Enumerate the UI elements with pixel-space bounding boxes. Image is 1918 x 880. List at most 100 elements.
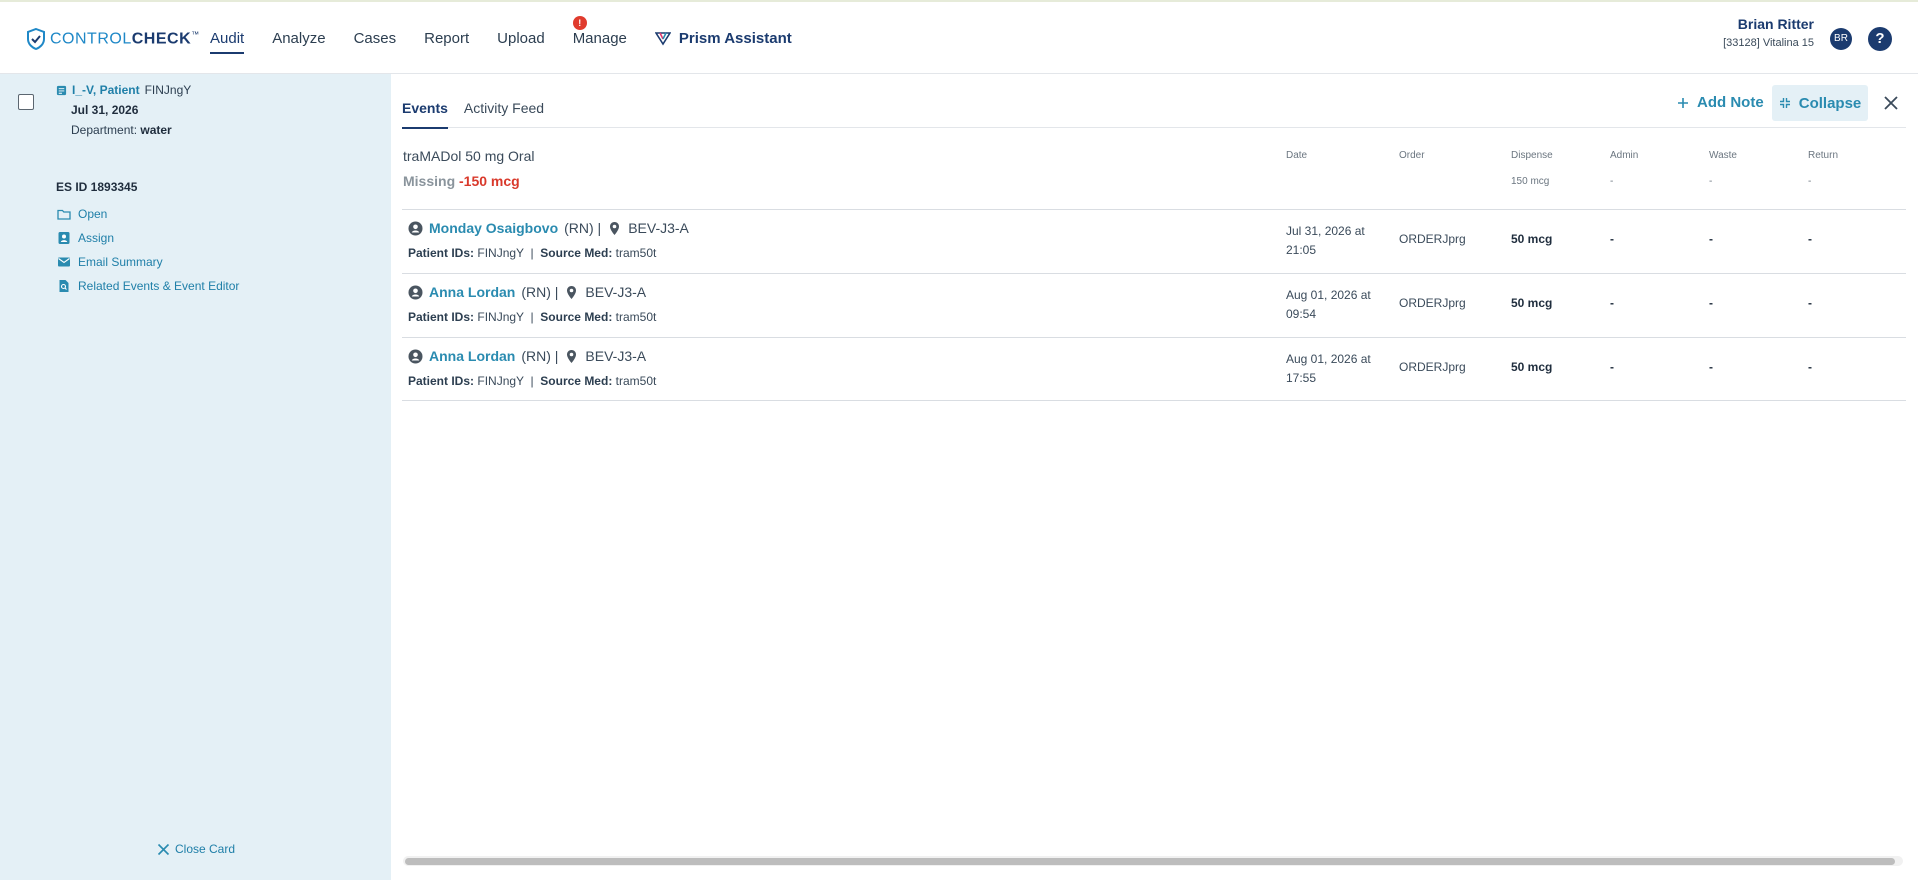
event-date: Jul 31, 2026 [71, 103, 139, 117]
patient-ids-value: FINJngY [477, 374, 524, 388]
open-action[interactable]: Open [57, 202, 239, 226]
controlcheck-logo[interactable]: CONTROLCHECK™ [26, 28, 200, 50]
table-row[interactable]: Anna Lordan (RN) | BEV-J3-A Patient IDs:… [402, 337, 1906, 401]
row-meta: Patient IDs: FINJngY | Source Med: tram5… [408, 246, 656, 260]
row-date: Aug 01, 2026 at 09:54 [1286, 288, 1371, 321]
related-events-label: Related Events & Event Editor [78, 279, 240, 293]
row-user-name[interactable]: Monday Osaigbovo [429, 220, 558, 236]
location-pin-icon [567, 349, 577, 363]
patient-ids-label: Patient IDs: [408, 374, 475, 388]
collapse-button[interactable]: Collapse [1772, 85, 1868, 121]
add-note-button[interactable]: Add Note [1677, 94, 1764, 111]
close-panel-icon[interactable] [1882, 94, 1900, 112]
es-id: ES ID 1893345 [56, 180, 138, 194]
scrollbar-thumb[interactable] [405, 858, 1895, 865]
email-summary-action[interactable]: Email Summary [57, 250, 239, 274]
user-facility: [33128] Vitalina 15 [1723, 37, 1814, 49]
row-order: ORDERJprg [1399, 296, 1466, 310]
summary-waste: - [1709, 176, 1713, 187]
case-card-panel: I_-V, Patient FINJngY Jul 31, 2026 Depar… [0, 74, 391, 880]
row-dispense: 50 mcg [1511, 296, 1553, 310]
summary-dispense: 150 mcg [1511, 176, 1550, 187]
note-icon [56, 85, 67, 95]
location-pin-icon [610, 221, 620, 235]
source-med-label: Source Med: [540, 310, 613, 324]
row-return: - [1808, 296, 1812, 310]
user-name: Brian Ritter [1737, 16, 1814, 32]
event-detail-panel: Events Activity Feed Add Note Collapse t… [391, 74, 1918, 880]
nav-prism-assistant[interactable]: Prism Assistant [654, 2, 792, 74]
medication-name: traMADol 50 mg Oral [403, 148, 535, 164]
row-user-role: (RN) | [564, 220, 602, 236]
row-admin: - [1610, 360, 1614, 374]
nav-upload[interactable]: Upload [497, 2, 545, 74]
document-search-icon [59, 280, 69, 292]
nav-report[interactable]: Report [424, 2, 469, 74]
logo-text-control: CONTROL [50, 30, 132, 48]
help-icon[interactable]: ? [1868, 27, 1892, 51]
prism-assistant-label: Prism Assistant [678, 29, 792, 47]
row-dispense: 50 mcg [1511, 360, 1553, 374]
assign-user-icon [58, 232, 70, 244]
patient-name[interactable]: I_-V, Patient [72, 83, 140, 97]
collapse-icon [1779, 98, 1790, 108]
collapse-label: Collapse [1798, 94, 1862, 112]
card-actions: Open Assign Email Summary Related Events… [57, 202, 239, 298]
missing-summary: Missing -150 mcg [403, 173, 520, 189]
row-waste: - [1709, 232, 1713, 246]
nav-manage[interactable]: Manage ! [572, 2, 627, 74]
table-row[interactable]: Monday Osaigbovo (RN) | BEV-J3-A Patient… [402, 209, 1906, 273]
related-events-action[interactable]: Related Events & Event Editor [57, 274, 239, 298]
user-circle-icon [408, 285, 423, 299]
tab-activity-feed[interactable]: Activity Feed [464, 100, 544, 129]
row-meta: Patient IDs: FINJngY | Source Med: tram5… [408, 374, 656, 388]
department: Department: water [71, 123, 191, 137]
row-admin: - [1610, 296, 1614, 310]
meta-separator: | [530, 374, 534, 388]
patient-ids-label: Patient IDs: [408, 246, 475, 260]
column-header-order: Order [1399, 150, 1425, 161]
nav-analyze[interactable]: Analyze [272, 2, 325, 74]
close-icon [157, 843, 170, 855]
plus-icon [1678, 97, 1688, 108]
shield-check-icon [27, 28, 45, 50]
select-checkbox[interactable] [18, 94, 34, 110]
assign-action[interactable]: Assign [57, 226, 239, 250]
close-card-button[interactable]: Close Card [157, 842, 235, 856]
source-med-value: tram50t [615, 310, 657, 324]
add-note-label: Add Note [1697, 94, 1764, 111]
source-med-label: Source Med: [540, 374, 613, 388]
user-circle-icon [408, 221, 423, 235]
summary-return: - [1808, 176, 1812, 187]
row-order: ORDERJprg [1399, 360, 1466, 374]
user-info[interactable]: Brian Ritter [33128] Vitalina 15 [1723, 16, 1814, 49]
row-user-name[interactable]: Anna Lordan [429, 284, 515, 300]
row-return: - [1808, 232, 1812, 246]
main-nav: Audit Analyze Cases Report Upload Manage… [210, 2, 820, 74]
department-value: water [140, 123, 172, 137]
source-med-value: tram50t [615, 374, 657, 388]
nav-audit[interactable]: Audit [210, 2, 245, 74]
column-header-return: Return [1808, 150, 1839, 161]
horizontal-scrollbar[interactable] [403, 856, 1903, 866]
open-action-label: Open [78, 207, 108, 221]
tab-events[interactable]: Events [402, 100, 448, 129]
row-order: ORDERJprg [1399, 232, 1466, 246]
row-user-role: (RN) | [521, 284, 559, 300]
row-user-name[interactable]: Anna Lordan [429, 348, 515, 364]
envelope-icon [58, 257, 70, 267]
row-date: Aug 01, 2026 at 17:55 [1286, 352, 1371, 385]
close-card-label: Close Card [175, 842, 236, 856]
row-waste: - [1709, 296, 1713, 310]
prism-icon [654, 32, 671, 46]
assign-action-label: Assign [78, 231, 115, 245]
avatar[interactable]: BR [1830, 28, 1852, 50]
nav-manage-label: Manage [572, 29, 627, 47]
table-row[interactable]: Anna Lordan (RN) | BEV-J3-A Patient IDs:… [402, 273, 1906, 337]
row-location: BEV-J3-A [628, 220, 689, 236]
app-header: CONTROLCHECK™ Audit Analyze Cases Report… [0, 2, 1918, 74]
summary-admin: - [1610, 176, 1614, 187]
row-user-line: Anna Lordan (RN) | BEV-J3-A [408, 284, 646, 300]
meta-separator: | [530, 310, 534, 324]
nav-cases[interactable]: Cases [354, 2, 397, 74]
